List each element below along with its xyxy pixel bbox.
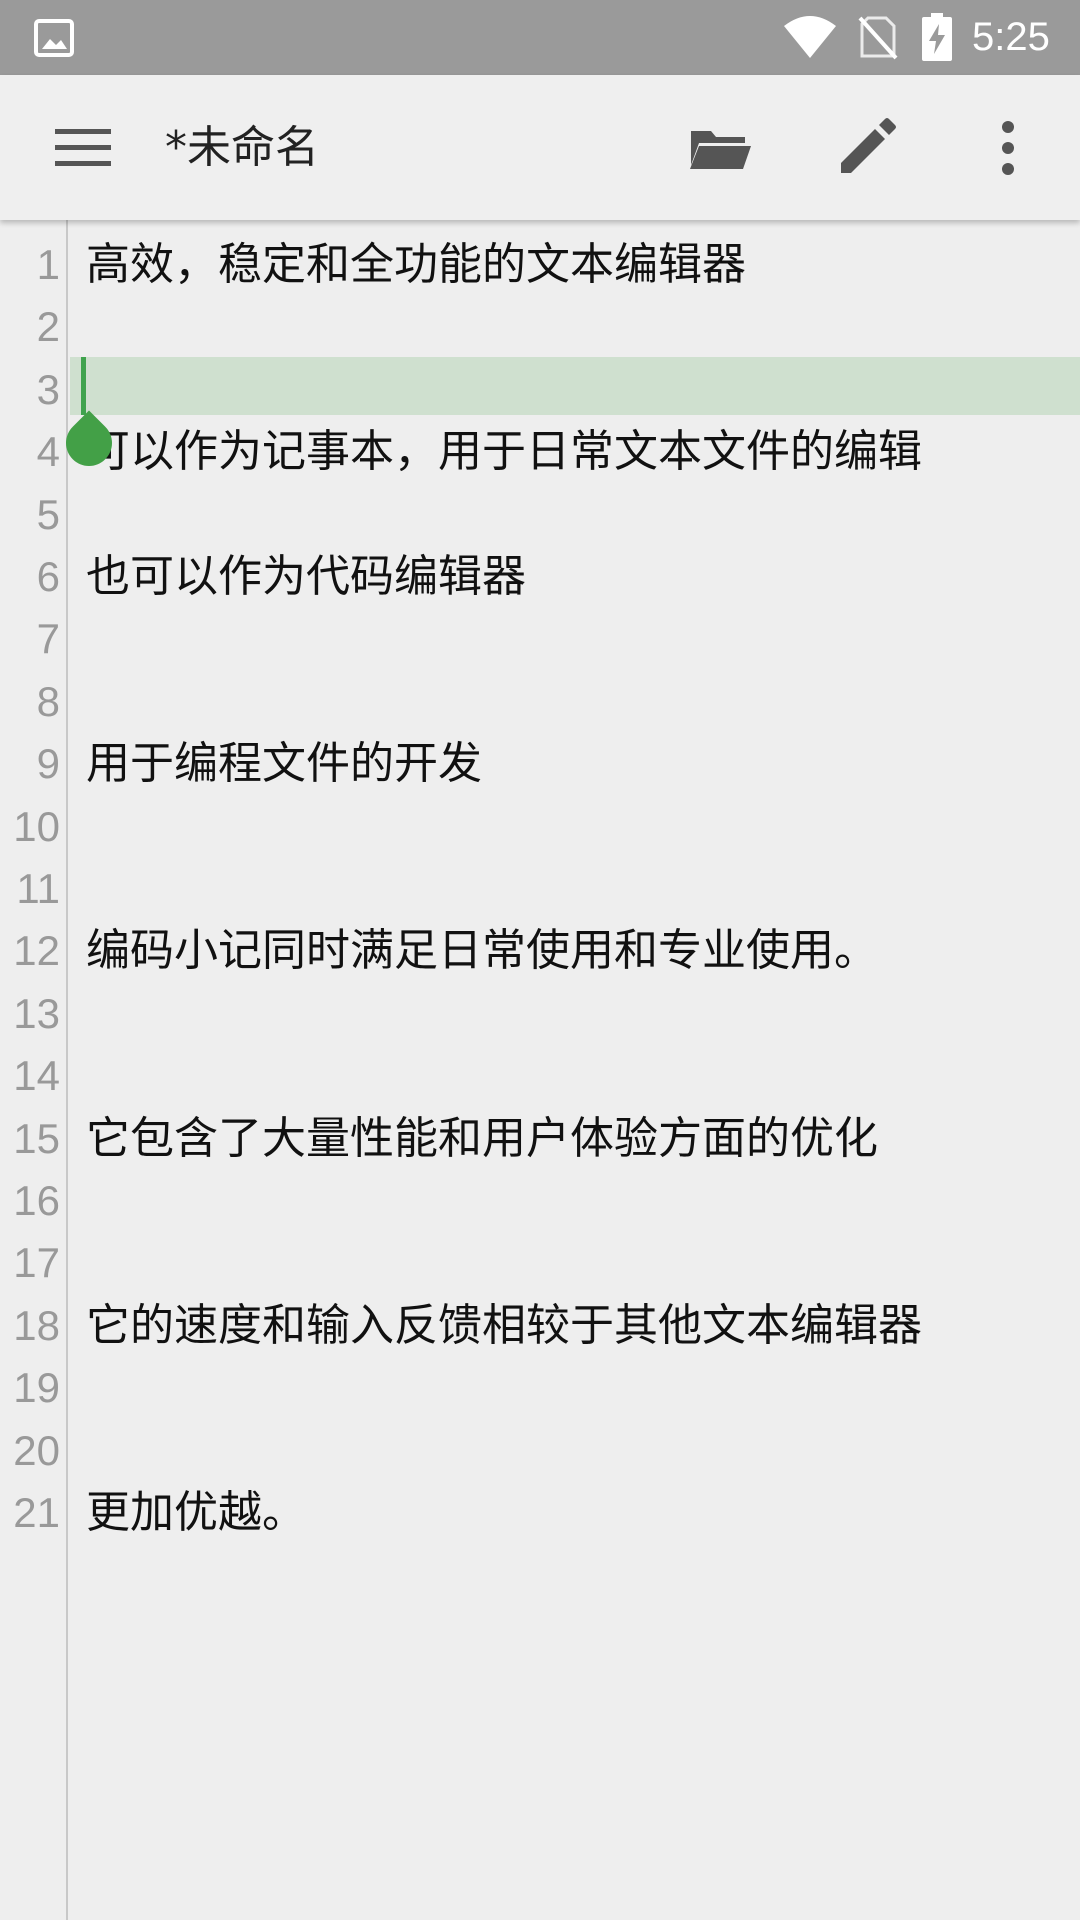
editor-line[interactable]: 8 (0, 671, 1080, 733)
line-number: 18 (13, 1301, 60, 1349)
line-text[interactable]: 它包含了大量性能和用户体验方面的优化 (86, 1108, 878, 1170)
app-bar: *未命名 (0, 75, 1080, 220)
line-number: 6 (36, 553, 60, 600)
editor-line[interactable]: 16 (0, 1170, 1080, 1232)
line-number: 8 (36, 677, 60, 725)
line-number: 14 (13, 1052, 60, 1100)
editor-line[interactable]: 10 (0, 796, 1080, 858)
editor-line[interactable]: 1 高效，稳定和全功能的文本编辑器 (0, 234, 1080, 296)
line-text[interactable]: 高效，稳定和全功能的文本编辑器 (86, 234, 746, 296)
menu-button[interactable] (38, 113, 128, 183)
line-number: 7 (36, 615, 60, 663)
line-text[interactable]: 用于编程文件的开发 (86, 733, 482, 795)
editor-line[interactable]: 13 (0, 983, 1080, 1045)
editor-line[interactable]: 3 (0, 359, 1080, 421)
line-number: 21 (13, 1489, 60, 1536)
editor-line[interactable]: 18 它的速度和输入反馈相较于其他文本编辑器 (0, 1295, 1080, 1357)
status-bar: 5:25 (0, 0, 1080, 75)
line-number: 20 (13, 1426, 60, 1474)
editor-line[interactable]: 19 (0, 1357, 1080, 1419)
more-options-button[interactable] (968, 113, 1048, 183)
editor-line[interactable]: 12 编码小记同时满足日常使用和专业使用。 (0, 920, 1080, 982)
line-number: 1 (36, 241, 60, 288)
line-number: 19 (13, 1364, 60, 1412)
editor-line[interactable]: 15 它包含了大量性能和用户体验方面的优化 (0, 1108, 1080, 1170)
menu-icon (55, 129, 111, 166)
line-number: 5 (36, 490, 60, 538)
no-sim-icon (858, 14, 898, 60)
editor-line[interactable]: 21 更加优越。 (0, 1482, 1080, 1544)
line-text[interactable]: 也可以作为代码编辑器 (86, 546, 526, 608)
status-time: 5:25 (972, 15, 1050, 59)
editor-line[interactable]: 4 可以作为记事本，用于日常文本文件的编辑 (0, 421, 1080, 483)
line-number: 4 (36, 428, 60, 476)
line-number: 16 (13, 1177, 60, 1224)
editor-line[interactable]: 14 (0, 1045, 1080, 1107)
editor-line[interactable]: 20 (0, 1420, 1080, 1482)
image-icon (34, 19, 74, 57)
line-text[interactable]: 可以作为记事本，用于日常文本文件的编辑 (86, 421, 922, 483)
line-number: 3 (36, 365, 60, 413)
line-number: 17 (13, 1239, 60, 1287)
editor-line[interactable]: 5 (0, 484, 1080, 546)
edit-button[interactable] (826, 113, 906, 183)
line-text[interactable]: 编码小记同时满足日常使用和专业使用。 (86, 920, 878, 982)
open-folder-button[interactable] (680, 113, 760, 183)
line-number: 10 (13, 802, 60, 850)
editor-line[interactable]: 11 (0, 858, 1080, 920)
battery-charging-icon (920, 12, 954, 62)
editor-line[interactable]: 7 (0, 608, 1080, 670)
document-title: *未命名 (165, 122, 319, 173)
folder-open-icon (690, 131, 751, 169)
pencil-icon (841, 118, 896, 173)
line-number: 12 (13, 927, 60, 975)
text-editor[interactable]: 1 高效，稳定和全功能的文本编辑器 2 3 4 可以作为记事本，用于日常文本文件的编辑 5 6… (0, 220, 1080, 1920)
line-text[interactable]: 更加优越。 (86, 1482, 306, 1544)
line-text[interactable]: 它的速度和输入反馈相较于其他文本编辑器 (86, 1295, 922, 1357)
more-vert-icon (1002, 121, 1014, 175)
editor-line[interactable]: 17 (0, 1232, 1080, 1294)
text-cursor (81, 357, 86, 415)
wifi-icon (782, 14, 838, 60)
line-number: 15 (13, 1114, 60, 1162)
editor-line[interactable]: 2 (0, 296, 1080, 358)
editor-line[interactable]: 6 也可以作为代码编辑器 (0, 546, 1080, 608)
editor-line[interactable]: 9 用于编程文件的开发 (0, 733, 1080, 795)
line-number: 9 (36, 740, 60, 788)
line-number: 13 (13, 989, 60, 1037)
line-number: 11 (16, 865, 60, 912)
line-number: 2 (36, 303, 60, 351)
